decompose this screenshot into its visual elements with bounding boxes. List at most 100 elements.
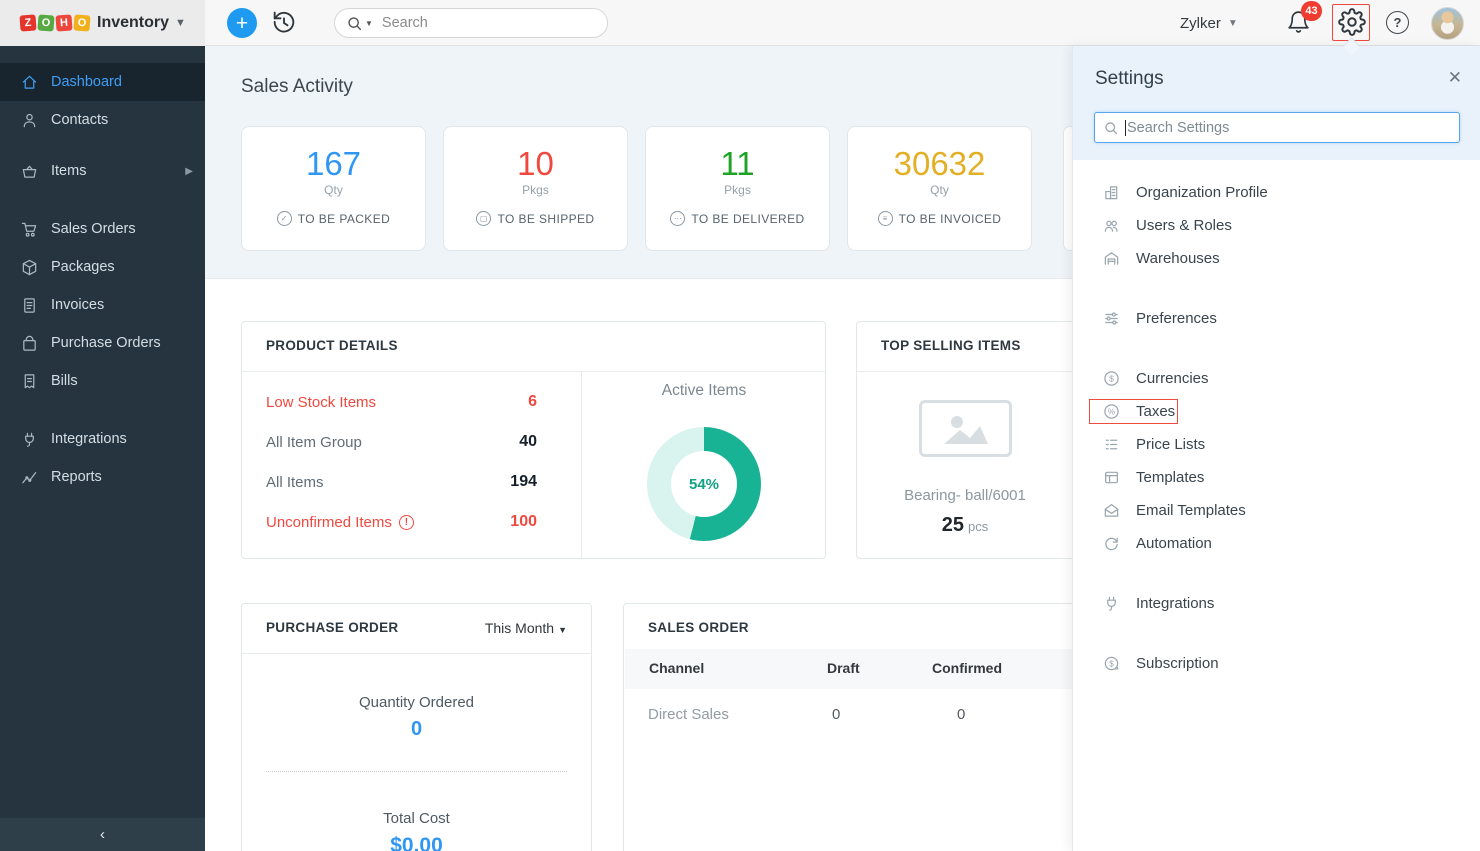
product-detail-label: All Item Group	[266, 434, 362, 451]
sidebar-item-label: Reports	[51, 469, 102, 485]
metric-label: Total Cost	[242, 810, 591, 827]
sidebar-item-integrations[interactable]: Integrations	[0, 420, 205, 458]
search-scope-caret-icon[interactable]: ▼	[365, 19, 373, 28]
logo-letter-tile: Z	[19, 14, 36, 31]
settings-item-templates[interactable]: Templates	[1073, 461, 1480, 494]
global-search-input[interactable]: ▼ Search	[334, 8, 608, 38]
sidebar-item-packages[interactable]: Packages	[0, 248, 205, 286]
app-logo[interactable]: ZOHO Inventory ▼	[0, 0, 205, 46]
sidebar-item-label: Sales Orders	[51, 221, 136, 237]
sidebar-item-sales-orders[interactable]: Sales Orders	[0, 210, 205, 248]
settings-item-preferences[interactable]: Preferences	[1073, 302, 1480, 335]
product-detail-row: Low Stock Items6	[242, 382, 581, 422]
divider	[266, 771, 567, 772]
mail-icon	[1103, 502, 1120, 519]
sidebar-item-purchase-orders[interactable]: Purchase Orders	[0, 324, 205, 362]
subscription-icon: $	[1103, 655, 1120, 672]
settings-item-warehouses[interactable]: Warehouses	[1073, 242, 1480, 275]
product-detail-label: All Items	[266, 474, 324, 491]
metric-label: Quantity Ordered	[242, 694, 591, 711]
org-name: Zylker	[1180, 15, 1221, 32]
sidebar-item-label: Packages	[51, 259, 115, 275]
product-detail-label[interactable]: Low Stock Items	[266, 394, 376, 411]
product-detail-label[interactable]: Unconfirmed Items!	[266, 514, 414, 531]
svg-text:$: $	[1109, 659, 1114, 668]
history-icon	[270, 9, 298, 37]
settings-item-integrations[interactable]: Integrations	[1073, 587, 1480, 620]
table-cell: 0	[832, 706, 840, 723]
card-status-label: TO BE DELIVERED	[691, 212, 804, 226]
logo-letter-tile: O	[37, 14, 54, 31]
sidebar-item-contacts[interactable]: Contacts	[0, 101, 205, 139]
chevron-down-icon: ▼	[1228, 18, 1238, 29]
sales-activity-card[interactable]: 167Qty✓TO BE PACKED	[241, 126, 426, 251]
sidebar-item-invoices[interactable]: Invoices	[0, 286, 205, 324]
card-value: 30632	[848, 146, 1031, 182]
org-switcher[interactable]: Zylker ▼	[1180, 0, 1238, 46]
sales-activity-card[interactable]: 10Pkgs▢TO BE SHIPPED	[443, 126, 628, 251]
users-icon	[1103, 217, 1120, 234]
chart-icon	[21, 469, 38, 486]
settings-item-automation[interactable]: Automation	[1073, 527, 1480, 560]
item-image-placeholder	[919, 400, 1012, 457]
table-column-header: Channel	[649, 660, 704, 676]
contacts-icon	[21, 112, 38, 129]
close-icon[interactable]: ✕	[1448, 68, 1462, 88]
settings-item-label: Warehouses	[1136, 250, 1220, 267]
settings-item-label: Users & Roles	[1136, 217, 1232, 234]
settings-item-subscription[interactable]: $ Subscription	[1073, 647, 1480, 680]
chevron-down-icon: ▼	[558, 625, 567, 635]
settings-search-input[interactable]: Search Settings	[1094, 112, 1460, 143]
sidebar-collapse-button[interactable]: ‹	[0, 818, 205, 851]
bill-icon	[21, 373, 38, 390]
card-status: ▢TO BE SHIPPED	[444, 211, 627, 226]
section-title: Sales Activity	[241, 76, 353, 98]
card-status: ✓TO BE PACKED	[242, 211, 425, 226]
settings-item-organization-profile[interactable]: Organization Profile	[1073, 176, 1480, 209]
settings-item-users-roles[interactable]: Users & Roles	[1073, 209, 1480, 242]
sales-activity-card[interactable]: 11Pkgs⋯TO BE DELIVERED	[645, 126, 830, 251]
settings-item-label: Integrations	[1136, 595, 1214, 612]
check-circle-icon: ✓	[277, 211, 292, 226]
building-icon	[1103, 184, 1120, 201]
settings-button[interactable]	[1338, 8, 1366, 36]
active-items-donut-chart: 54%	[647, 427, 761, 541]
purchase-order-card: PURCHASE ORDER This Month▼ Quantity Orde…	[241, 603, 592, 851]
settings-item-label: Subscription	[1136, 655, 1219, 672]
sidebar-item-dashboard[interactable]: Dashboard	[0, 63, 205, 101]
product-detail-value: 100	[510, 513, 537, 531]
help-button[interactable]: ?	[1386, 11, 1409, 34]
total-cost-value: $0.00	[242, 834, 591, 851]
doc-circle-icon: ≡	[878, 211, 893, 226]
percent-circle-icon: %	[1103, 403, 1120, 420]
sales-activity-card[interactable]: 30632Qty≡TO BE INVOICED	[847, 126, 1032, 251]
top-item-name[interactable]: Bearing- ball/6001	[857, 487, 1073, 504]
settings-item-currencies[interactable]: $Currencies	[1073, 362, 1480, 395]
warehouse-icon	[1103, 250, 1120, 267]
settings-item-email-templates[interactable]: Email Templates	[1073, 494, 1480, 527]
sidebar-item-label: Items	[51, 163, 86, 179]
home-icon	[21, 74, 38, 91]
period-dropdown[interactable]: This Month▼	[485, 620, 567, 636]
user-avatar[interactable]	[1431, 7, 1464, 40]
card-unit: Qty	[242, 183, 425, 197]
plug-icon	[1103, 595, 1120, 612]
plug-icon	[21, 431, 38, 448]
card-title: PURCHASE ORDER	[266, 620, 398, 635]
top-item-qty: 25pcs	[857, 514, 1073, 537]
settings-item-label: Preferences	[1136, 310, 1217, 327]
product-name: Inventory	[97, 14, 169, 32]
settings-item-label: Currencies	[1136, 370, 1209, 387]
settings-item-price-lists[interactable]: Price Lists	[1073, 428, 1480, 461]
sidebar-item-reports[interactable]: Reports	[0, 458, 205, 496]
package-icon	[21, 259, 38, 276]
settings-item-taxes[interactable]: %Taxes	[1073, 395, 1480, 428]
quick-create-button[interactable]: +	[227, 8, 257, 38]
search-icon	[1104, 121, 1118, 135]
bag-icon	[21, 335, 38, 352]
sidebar-item-items[interactable]: Items▶	[0, 152, 205, 190]
sidebar-item-bills[interactable]: Bills	[0, 362, 205, 400]
settings-item-label: Automation	[1136, 535, 1212, 552]
image-icon	[940, 412, 990, 446]
recent-history-button[interactable]	[270, 9, 298, 37]
